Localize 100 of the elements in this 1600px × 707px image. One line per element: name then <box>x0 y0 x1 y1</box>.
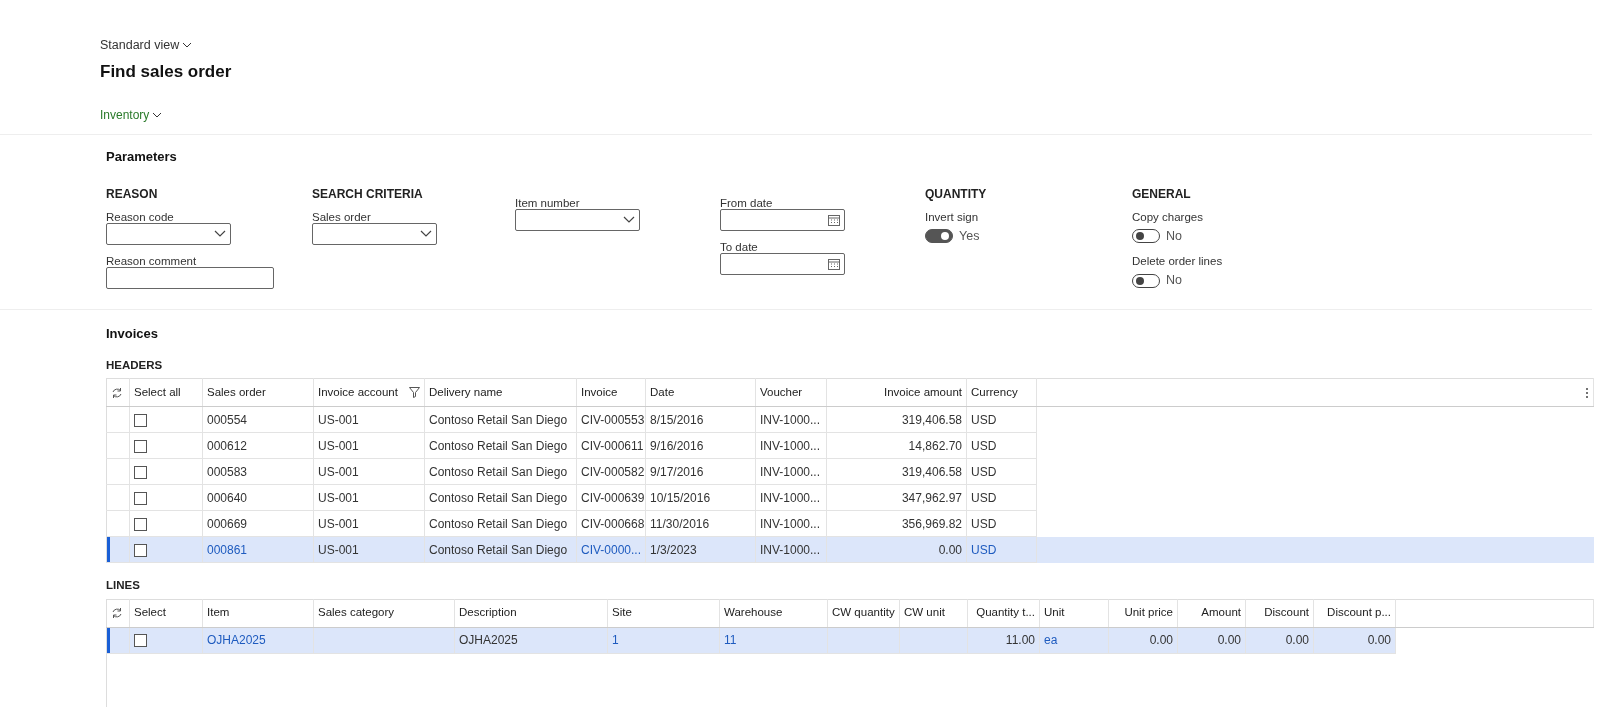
table-cell: 0.00 <box>938 542 962 557</box>
dropdown-field[interactable] <box>515 208 640 231</box>
grid-row[interactable]: 000669 US-001 Contoso Retail San Diego CIV-000668 11/30/2016 INV-1000... 356,969.82 USD <box>106 510 1594 537</box>
table-cell: Contoso Retail San Diego <box>429 464 568 479</box>
column-header[interactable]: Warehouse <box>719 599 828 627</box>
column-header[interactable]: Delivery name <box>424 378 577 407</box>
column-header[interactable]: Select all <box>129 378 203 407</box>
table-cell: 11.00 <box>1005 633 1035 647</box>
toggle-switch[interactable] <box>1132 273 1160 288</box>
table-cell: INV-1000... <box>760 490 821 505</box>
chevron-down-icon <box>152 111 163 119</box>
chevron-down-icon <box>623 216 635 223</box>
checkbox[interactable] <box>134 414 147 428</box>
more-options-icon[interactable] <box>1585 387 1589 400</box>
field-label: Delete order lines <box>1132 254 1224 268</box>
column-header[interactable]: Unit price <box>1108 599 1178 627</box>
page-title: Find sales order <box>100 60 233 83</box>
checkbox[interactable] <box>134 440 147 454</box>
date-field[interactable] <box>720 208 845 231</box>
toggle-value: No <box>1166 272 1182 290</box>
checkbox[interactable] <box>134 492 147 506</box>
table-cell: US-001 <box>318 438 359 453</box>
checkbox[interactable] <box>134 466 147 480</box>
column-header[interactable]: Discount p... <box>1313 599 1396 627</box>
table-cell: US-001 <box>318 464 359 479</box>
table-cell: US-001 <box>318 490 359 505</box>
table-cell: 1/3/2023 <box>650 542 697 557</box>
column-header[interactable]: Discount <box>1245 599 1314 627</box>
table-cell: US-001 <box>318 412 359 427</box>
toggle-switch[interactable] <box>925 228 953 243</box>
refresh-icon[interactable] <box>111 607 123 620</box>
group-heading: QUANTITY <box>925 185 988 201</box>
column-header[interactable]: Currency <box>966 378 1037 407</box>
table-cell: 000583 <box>207 464 248 479</box>
column-header[interactable]: Description <box>454 599 608 627</box>
table-cell: OJHA2025 <box>459 633 518 647</box>
cell-link[interactable]: ea <box>1044 633 1058 647</box>
field-label: Sales order <box>312 209 372 223</box>
dropdown-field[interactable] <box>106 222 231 245</box>
refresh-icon[interactable] <box>111 387 123 400</box>
grid-row[interactable]: 000612 US-001 Contoso Retail San Diego CIV-000611 9/16/2016 INV-1000... 14,862.70 USD <box>106 432 1594 459</box>
column-header[interactable]: Invoice account <box>313 378 425 407</box>
checkbox[interactable] <box>134 634 147 648</box>
table-cell: 0.00 <box>1285 633 1309 647</box>
column-header[interactable]: Voucher <box>755 378 827 407</box>
table-cell: 14,862.70 <box>908 438 962 453</box>
table-cell: INV-1000... <box>760 464 821 479</box>
table-cell: 347,962.97 <box>901 490 962 505</box>
module-menu[interactable]: Inventory <box>100 106 163 125</box>
dropdown-field[interactable] <box>312 222 437 245</box>
column-header[interactable]: Quantity t... <box>967 599 1040 627</box>
table-cell: Contoso Retail San Diego <box>429 438 568 453</box>
table-cell: INV-1000... <box>760 438 821 453</box>
column-header[interactable]: Amount <box>1177 599 1246 627</box>
cell-link[interactable]: 11 <box>724 633 737 647</box>
input-field[interactable] <box>106 266 274 289</box>
column-header[interactable]: Sales order <box>202 378 314 407</box>
column-header[interactable]: Site <box>607 599 720 627</box>
grid-row[interactable]: 000554 US-001 Contoso Retail San Diego CIV-000553 8/15/2016 INV-1000... 319,406.58 USD <box>106 406 1594 433</box>
table-cell: CIV-000582 <box>581 464 645 479</box>
column-header[interactable]: Item <box>202 599 314 627</box>
column-header[interactable]: Invoice <box>576 378 646 407</box>
field-label: From date <box>720 195 774 209</box>
view-selector[interactable]: Standard view <box>100 36 193 55</box>
table-cell: CIV-000611 <box>581 438 644 453</box>
checkbox[interactable] <box>134 544 147 558</box>
grid-row[interactable]: OJHA2025 OJHA2025 1 11 11.00 ea 0.00 0.00 0.00 0.00 <box>106 627 1594 653</box>
cell-link[interactable]: 1 <box>612 633 619 647</box>
table-cell: 356,969.82 <box>901 516 962 531</box>
grid-row[interactable]: 000861 US-001 Contoso Retail San Diego CIV-0000... 1/3/2023 INV-1000... 0.00 USD <box>106 536 1594 563</box>
grid-title: LINES <box>106 578 141 594</box>
column-header[interactable]: Select <box>129 599 203 627</box>
table-cell: INV-1000... <box>760 516 821 531</box>
section-title[interactable]: Invoices <box>106 323 1592 343</box>
checkbox[interactable] <box>134 518 147 532</box>
column-header[interactable]: CW unit <box>899 599 968 627</box>
table-cell: CIV-000668 <box>581 516 645 531</box>
table-cell: Contoso Retail San Diego <box>429 490 568 505</box>
column-header[interactable]: Date <box>645 378 756 407</box>
table-cell: 10/15/2016 <box>650 490 711 505</box>
group-heading: REASON <box>106 185 159 201</box>
grid-title: HEADERS <box>106 358 164 373</box>
table-cell: Contoso Retail San Diego <box>429 516 568 531</box>
column-header[interactable]: CW quantity <box>827 599 900 627</box>
table-cell: 9/16/2016 <box>650 438 704 453</box>
table-cell: 000612 <box>207 438 248 453</box>
toggle-value: No <box>1166 227 1182 245</box>
table-cell: USD <box>971 412 997 427</box>
table-cell: CIV-000639 <box>581 490 645 505</box>
column-header[interactable]: Unit <box>1039 599 1109 627</box>
date-field[interactable] <box>720 252 845 275</box>
table-cell: USD <box>971 464 997 479</box>
column-header[interactable]: Sales category <box>313 599 455 627</box>
grid-row[interactable]: 000640 US-001 Contoso Retail San Diego CIV-000639 10/15/2016 INV-1000... 347,962.97 USD <box>106 484 1594 511</box>
table-cell: 11/30/2016 <box>650 516 710 531</box>
table-cell: INV-1000... <box>760 542 821 557</box>
grid-row[interactable]: 000583 US-001 Contoso Retail San Diego CIV-000582 9/17/2016 INV-1000... 319,406.58 USD <box>106 458 1594 485</box>
column-header[interactable]: Invoice amount <box>826 378 967 407</box>
toggle-switch[interactable] <box>1132 228 1160 243</box>
section-title[interactable]: Parameters <box>106 147 1600 167</box>
